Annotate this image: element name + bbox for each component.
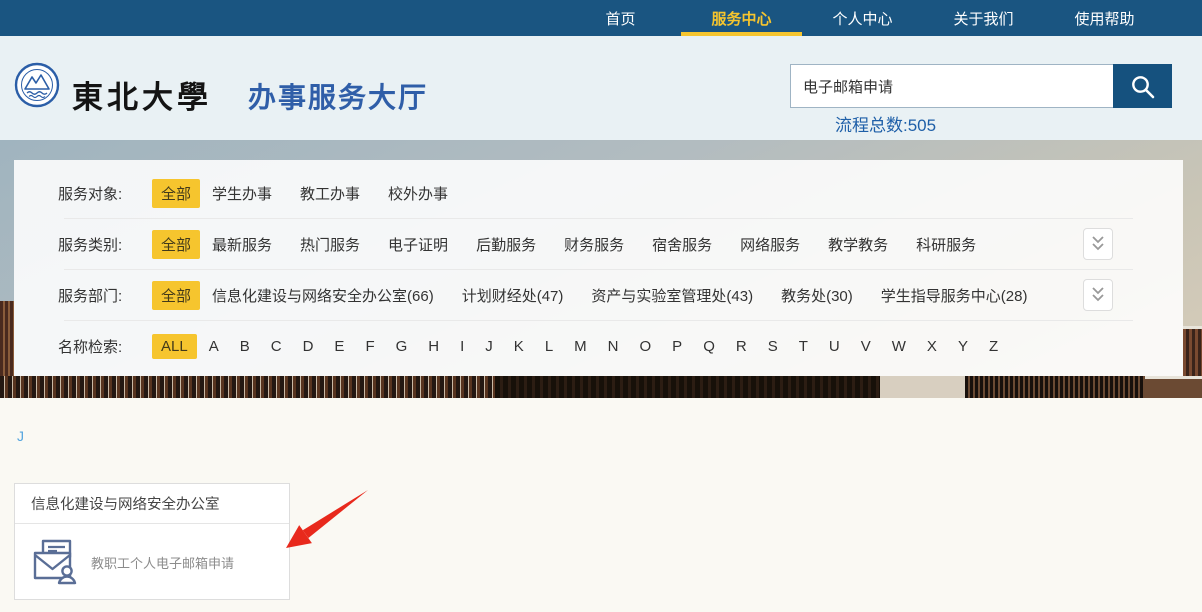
background-building-left	[0, 301, 14, 376]
filter-label: 服务对象:	[58, 185, 123, 203]
filter-item[interactable]: Y	[958, 338, 968, 355]
nav-tab-1[interactable]: 首页	[560, 0, 681, 36]
filter-all-badge[interactable]: 全部	[152, 178, 201, 208]
filter-row-4: 名称检索: ALL A B C D E F G H I J K L M N O P Q R S T U V W X Y Z	[14, 321, 1183, 371]
search-area: 流程总数:505	[790, 64, 1172, 136]
filter-item[interactable]: 网络服务	[740, 234, 800, 255]
nav-tab-5[interactable]: 使用帮助	[1044, 0, 1165, 36]
filter-item[interactable]: F	[365, 338, 374, 355]
filter-item[interactable]: M	[574, 338, 587, 355]
results-area: J 信息化建设与网络安全办公室 教职工个人电子邮箱申请	[0, 398, 1202, 612]
filter-item[interactable]: G	[396, 338, 408, 355]
filter-item[interactable]: 信息化建设与网络安全办公室(66)	[212, 285, 434, 306]
search-input[interactable]	[790, 64, 1113, 108]
card-department-title: 信息化建设与网络安全办公室	[15, 484, 289, 524]
filter-item[interactable]: U	[829, 338, 840, 355]
expand-button[interactable]	[1083, 279, 1113, 311]
filter-all-badge[interactable]: 全部	[152, 229, 201, 259]
double-chevron-down-icon	[1092, 287, 1104, 302]
filter-item[interactable]: N	[608, 338, 619, 355]
filter-item[interactable]: L	[545, 338, 553, 355]
background-building-strip	[1145, 376, 1202, 398]
search-button[interactable]	[1113, 64, 1172, 108]
double-chevron-down-icon	[1092, 236, 1104, 251]
filter-item[interactable]: V	[861, 338, 871, 355]
process-total: 流程总数:505	[835, 116, 937, 135]
background-building-strip	[965, 376, 1145, 398]
letter-heading: J	[17, 428, 24, 444]
site-header: 東北大學 办事服务大厅 流程总数:505	[0, 36, 1202, 140]
filter-item[interactable]: 校外办事	[388, 183, 448, 204]
filter-item[interactable]: 热门服务	[300, 234, 360, 255]
red-arrow-annotation	[286, 490, 368, 548]
filter-item[interactable]: 最新服务	[212, 234, 272, 255]
filter-item[interactable]: 计划财经处(47)	[462, 285, 564, 306]
filter-row-2: 服务类别: 全部 最新服务 热门服务 电子证明 后勤服务 财务服务 宿舍服务 网络服务 教学教务 科…	[14, 219, 1183, 269]
filter-label: 服务部门:	[58, 287, 123, 305]
filter-label: 名称检索:	[58, 338, 123, 356]
filter-items: 信息化建设与网络安全办公室(66) 计划财经处(47) 资产与实验室管理处(43) 教…	[212, 285, 1027, 306]
email-user-icon	[33, 539, 77, 585]
filter-item[interactable]: 学生办事	[212, 183, 272, 204]
filter-item[interactable]: 电子证明	[388, 234, 448, 255]
filter-item[interactable]: O	[640, 338, 652, 355]
filter-item[interactable]: C	[271, 338, 282, 355]
filter-row-1: 服务对象: 全部 学生办事 教工办事 校外办事	[14, 168, 1183, 218]
background-building-strip	[880, 376, 965, 398]
filter-item[interactable]: 科研服务	[916, 234, 976, 255]
filter-item[interactable]: Z	[989, 338, 998, 355]
service-card: 信息化建设与网络安全办公室 教职工个人电子邮箱申请	[14, 483, 290, 600]
filter-item[interactable]: X	[927, 338, 937, 355]
filter-items: A B C D E F G H I J K L M N O P Q R S T U V W X Y Z	[209, 338, 998, 355]
filter-item[interactable]: P	[672, 338, 682, 355]
filter-items: 学生办事 教工办事 校外办事	[212, 183, 448, 204]
filter-item[interactable]: B	[240, 338, 250, 355]
university-name: 東北大學	[72, 80, 212, 116]
filter-item[interactable]: W	[892, 338, 906, 355]
background-building-right	[1183, 326, 1202, 376]
filter-item[interactable]: 宿舍服务	[652, 234, 712, 255]
filter-item[interactable]: R	[736, 338, 747, 355]
filter-panel: 服务对象: 全部 学生办事 教工办事 校外办事 服务类别: 全部 最新服务 热门服务 电子证明 后勤…	[14, 160, 1183, 376]
filter-item[interactable]: T	[799, 338, 808, 355]
filter-item[interactable]: J	[485, 338, 493, 355]
filter-all-badge[interactable]: 全部	[152, 280, 201, 310]
search-icon	[1132, 75, 1155, 98]
nav-tab-4[interactable]: 关于我们	[923, 0, 1044, 36]
filter-item[interactable]: 教工办事	[300, 183, 360, 204]
filter-label: 服务类别:	[58, 236, 123, 254]
filter-item[interactable]: 学生指导服务中心(28)	[881, 285, 1028, 306]
filter-item[interactable]: 教学教务	[828, 234, 888, 255]
top-nav: 首页 服务中心 个人中心 关于我们 使用帮助	[0, 0, 1202, 36]
expand-button[interactable]	[1083, 228, 1113, 260]
filter-item[interactable]: E	[334, 338, 344, 355]
filter-item[interactable]: Q	[703, 338, 715, 355]
hero-section: 服务对象: 全部 学生办事 教工办事 校外办事 服务类别: 全部 最新服务 热门服务 电子证明 后勤…	[0, 140, 1202, 398]
filter-item[interactable]: H	[428, 338, 439, 355]
background-building-strip	[495, 376, 880, 398]
nav-tab-2[interactable]: 服务中心	[681, 0, 802, 36]
filter-item[interactable]: 教务处(30)	[781, 285, 853, 306]
filter-item[interactable]: D	[303, 338, 314, 355]
filter-item[interactable]: 后勤服务	[476, 234, 536, 255]
filter-item[interactable]: K	[514, 338, 524, 355]
service-label: 教职工个人电子邮箱申请	[91, 555, 235, 571]
filter-items: 最新服务 热门服务 电子证明 后勤服务 财务服务 宿舍服务 网络服务 教学教务 科研服务	[212, 234, 976, 255]
filter-item[interactable]: 财务服务	[564, 234, 624, 255]
filter-item[interactable]: 资产与实验室管理处(43)	[591, 285, 753, 306]
filter-all-badge[interactable]: ALL	[152, 333, 197, 359]
background-building-strip	[0, 376, 495, 398]
filter-row-3: 服务部门: 全部 信息化建设与网络安全办公室(66) 计划财经处(47) 资产与实验室管…	[14, 270, 1183, 320]
nav-tab-3[interactable]: 个人中心	[802, 0, 923, 36]
service-link[interactable]: 教职工个人电子邮箱申请	[15, 524, 289, 600]
page-title: 办事服务大厅	[248, 82, 429, 113]
university-logo-icon	[14, 62, 60, 108]
filter-item[interactable]: S	[768, 338, 778, 355]
filter-item[interactable]: A	[209, 338, 219, 355]
filter-item[interactable]: I	[460, 338, 464, 355]
